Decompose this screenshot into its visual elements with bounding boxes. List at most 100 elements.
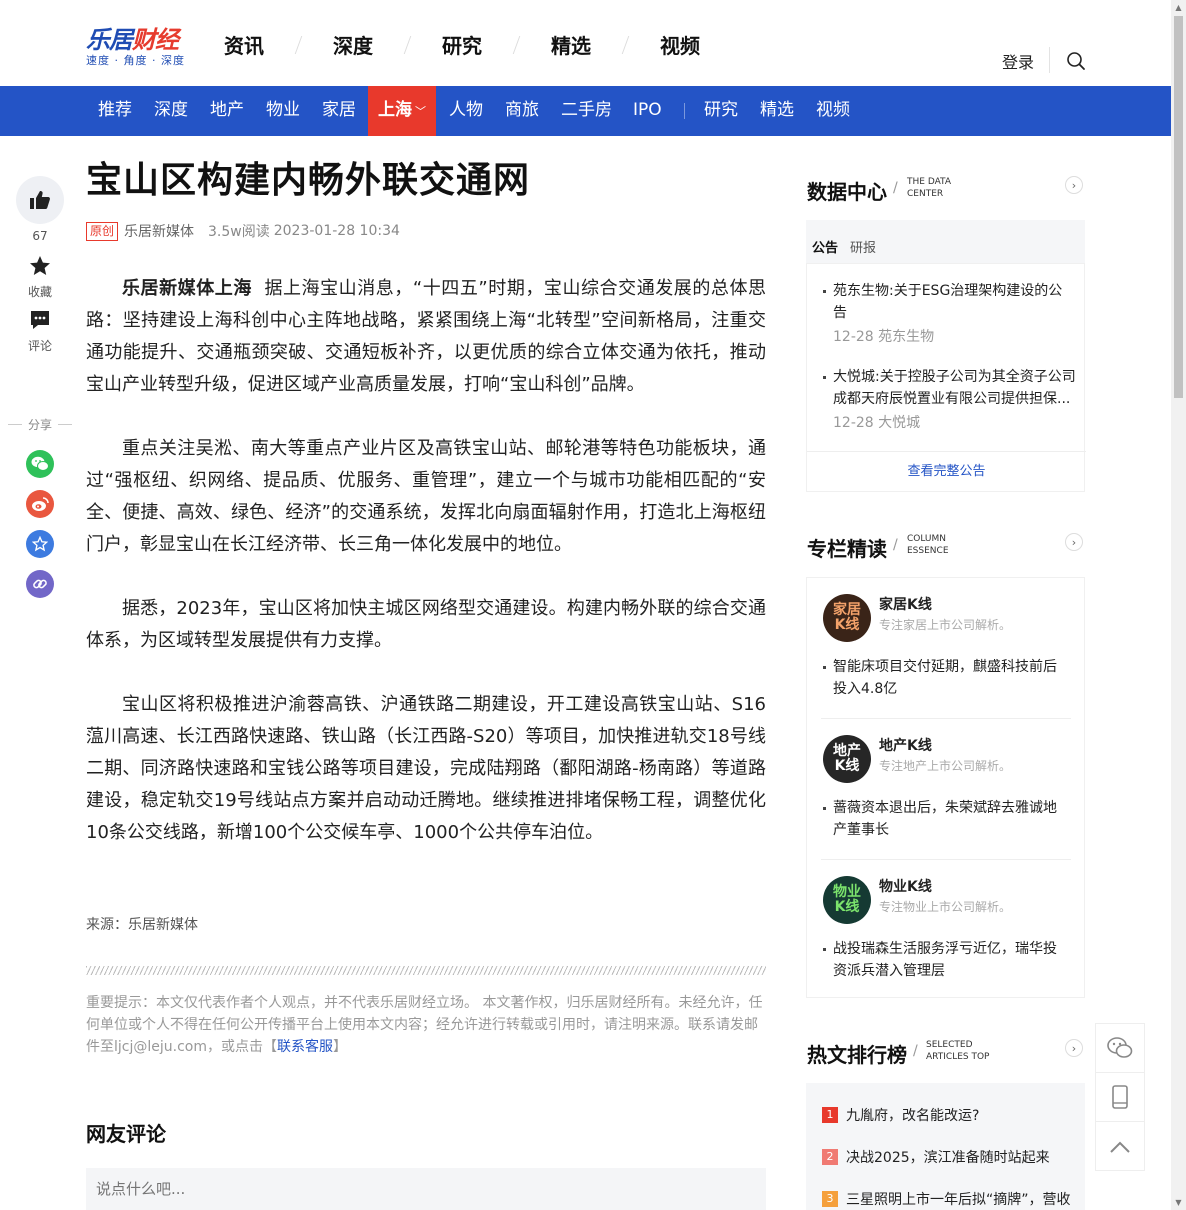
columns-en: COLUMN ESSENCE (907, 533, 949, 557)
columns-header: 专栏精读 / COLUMN ESSENCE › (807, 533, 1085, 563)
announcement-list: 苑东生物:关于ESG治理架构建设的公告 12-28 苑东生物 大悦城:关于控股子… (806, 263, 1086, 492)
channel-recommend[interactable]: 推荐 (98, 86, 132, 136)
hot-en-line1: SELECTED (926, 1040, 973, 1050)
star-icon[interactable] (28, 254, 52, 278)
scroll-down-arrow-icon[interactable]: ▼ (1171, 1195, 1186, 1210)
hot-article-title[interactable]: 决战2025，滨江准备随时站起来 (846, 1147, 1050, 1167)
column-name[interactable]: 地产K线 (879, 735, 932, 755)
scrollbar-thumb[interactable] (1174, 16, 1183, 398)
top-nav-depth[interactable]: 深度 (333, 30, 373, 59)
mobile-view-button[interactable] (1096, 1073, 1144, 1122)
contact-service-link[interactable]: 联系客服 (277, 1039, 333, 1055)
column-desc: 专注物业上市公司解析。 (879, 900, 1012, 914)
chevron-right-icon[interactable]: › (1065, 533, 1083, 551)
article-paragraph-4: 宝山区将积极推进沪渝蓉高铁、沪通铁路二期建设，开工建设高铁宝山站、S16蕰川高速… (86, 694, 766, 843)
back-to-top-button[interactable] (1096, 1122, 1144, 1171)
qzone-star-icon (32, 536, 48, 552)
column-article[interactable]: 智能床项目交付延期，麒盛科技前后投入4.8亿 (821, 656, 1069, 700)
top-nav-divider (294, 35, 303, 54)
list-item[interactable]: 1 九胤府，改名能改运? (822, 1105, 979, 1125)
channel-property[interactable]: 物业 (266, 86, 300, 136)
weibo-icon (32, 497, 49, 511)
top-nav-video[interactable]: 视频 (660, 30, 700, 59)
hot-articles-en: SELECTED ARTICLES TOP (926, 1039, 989, 1063)
avatar[interactable]: 家居 K线 (823, 594, 871, 642)
page-scrollbar[interactable]: ▲ ▼ (1171, 0, 1186, 1210)
weibo-share-button[interactable] (26, 490, 54, 518)
column-desc: 专注地产上市公司解析。 (879, 759, 1012, 773)
channel-secondhand[interactable]: 二手房 (561, 86, 612, 136)
article-meta: 原创 乐居新媒体 3.5w阅读 2023-01-28 10:34 (86, 221, 400, 241)
divider (821, 859, 1071, 860)
announcement-title[interactable]: 大悦城:关于控股子公司为其全资子公司成都天府辰悦置业有限公司提供担保... (821, 366, 1076, 410)
channel-divider (684, 103, 685, 119)
channel-home[interactable]: 家居 (322, 86, 356, 136)
column-name[interactable]: 物业K线 (879, 876, 932, 896)
columns-list: 家居 K线 家居K线 专注家居上市公司解析。 智能床项目交付延期，麒盛科技前后投入… (806, 577, 1085, 998)
comment-icon[interactable] (28, 308, 52, 332)
hatched-divider (86, 966, 766, 975)
article-title: 宝山区构建内畅外联交通网 (86, 160, 531, 201)
header-slash: / (893, 537, 898, 553)
channel-video[interactable]: 视频 (816, 86, 850, 136)
wechat-icon (31, 456, 49, 471)
list-item[interactable]: 3 三星照明上市一年后拟“摘牌”，营收 (822, 1189, 1071, 1209)
hot-article-title[interactable]: 九胤府，改名能改运? (846, 1105, 979, 1125)
wechat-share-button[interactable] (26, 450, 54, 478)
channel-ipo[interactable]: IPO (633, 86, 662, 136)
announcement-title[interactable]: 苑东生物:关于ESG治理架构建设的公告 (821, 280, 1076, 324)
chevron-down-icon: ﹀ (415, 105, 426, 118)
channel-research[interactable]: 研究 (704, 86, 738, 136)
column-article[interactable]: 蔷薇资本退出后，朱荣斌辞去雅诚地产董事长 (821, 797, 1069, 841)
list-item[interactable]: 苑东生物:关于ESG治理架构建设的公告 12-28 苑东生物 (821, 280, 1076, 346)
list-item[interactable]: 2 决战2025，滨江准备随时站起来 (822, 1147, 1050, 1167)
top-nav-news[interactable]: 资讯 (224, 30, 264, 59)
top-nav-selected[interactable]: 精选 (551, 30, 591, 59)
article-author[interactable]: 乐居新媒体 (124, 221, 194, 241)
channel-shanghai-label: 上海 (378, 100, 412, 120)
list-item[interactable]: 大悦城:关于控股子公司为其全资子公司成都天府辰悦置业有限公司提供担保... 12… (821, 366, 1076, 432)
comments-title: 网友评论 (86, 1122, 166, 1146)
floating-toolbar (1095, 1023, 1145, 1171)
wechat-icon (1107, 1037, 1133, 1058)
columns-panel: 家居 K线 家居K线 专注家居上市公司解析。 智能床项目交付延期，麒盛科技前后投入… (806, 577, 1085, 998)
top-header: 乐居财经 速度 · 角度 · 深度 资讯 深度 研究 精选 视频 登录 (0, 0, 1171, 86)
copy-link-button[interactable] (26, 570, 54, 598)
rank-badge: 1 (822, 1107, 838, 1123)
hot-article-title[interactable]: 三星照明上市一年后拟“摘牌”，营收 (846, 1189, 1071, 1209)
chevron-right-icon[interactable]: › (1065, 176, 1083, 194)
view-all-announcements-link[interactable]: 查看完整公告 (807, 451, 1086, 491)
column-name[interactable]: 家居K线 (879, 594, 932, 614)
channel-shanghai[interactable]: 上海 ﹀ (368, 86, 436, 136)
site-logo[interactable]: 乐居财经 速度 · 角度 · 深度 (86, 26, 196, 72)
favorite-label[interactable]: 收藏 (0, 283, 80, 300)
copyright-notice: 重要提示：本文仅代表作者个人观点，并不代表乐居财经立场。 本文著作权，归乐居财经… (86, 992, 766, 1058)
comment-input[interactable] (86, 1168, 766, 1210)
login-link[interactable]: 登录 (1002, 49, 1034, 73)
qzone-share-button[interactable] (26, 530, 54, 558)
channel-depth[interactable]: 深度 (154, 86, 188, 136)
wechat-follow-button[interactable] (1096, 1024, 1144, 1073)
comment-label[interactable]: 评论 (0, 337, 80, 354)
article-paragraph-2: 重点关注吴淞、南大等重点产业片区及高铁宝山站、邮轮港等特色功能板块，通过“强枢纽… (86, 438, 766, 555)
like-button[interactable] (16, 176, 64, 224)
channel-realestate[interactable]: 地产 (210, 86, 244, 136)
data-center-en: THE DATA CENTER (907, 176, 951, 200)
notice-text: 重要提示：本文仅代表作者个人观点，并不代表乐居财经立场。 本文著作权，归乐居财经… (86, 995, 763, 1055)
channel-people[interactable]: 人物 (449, 86, 483, 136)
chevron-right-icon[interactable]: › (1065, 1039, 1083, 1057)
rank-badge: 3 (822, 1191, 838, 1207)
top-nav-divider (621, 35, 630, 54)
avatar[interactable]: 物业 K线 (823, 876, 871, 924)
hot-articles-panel: 1 九胤府，改名能改运? 2 决战2025，滨江准备随时站起来 3 三星照明上市… (806, 1083, 1085, 1210)
column-article[interactable]: 战投瑞森生活服务浮亏近亿，瑞华投资派兵潜入管理层 (821, 938, 1069, 982)
search-icon[interactable] (1066, 51, 1086, 71)
avatar[interactable]: 地产 K线 (823, 735, 871, 783)
original-badge: 原创 (86, 221, 119, 241)
scroll-up-arrow-icon[interactable]: ▲ (1171, 0, 1186, 15)
article-paragraph: 乐居新媒体上海 据上海宝山消息，“十四五”时期，宝山综合交通发展的总体思路：坚持… (86, 273, 766, 401)
share-label: 分享 (8, 416, 72, 433)
top-nav-research[interactable]: 研究 (442, 30, 482, 59)
channel-travel[interactable]: 商旅 (505, 86, 539, 136)
channel-selected[interactable]: 精选 (760, 86, 794, 136)
